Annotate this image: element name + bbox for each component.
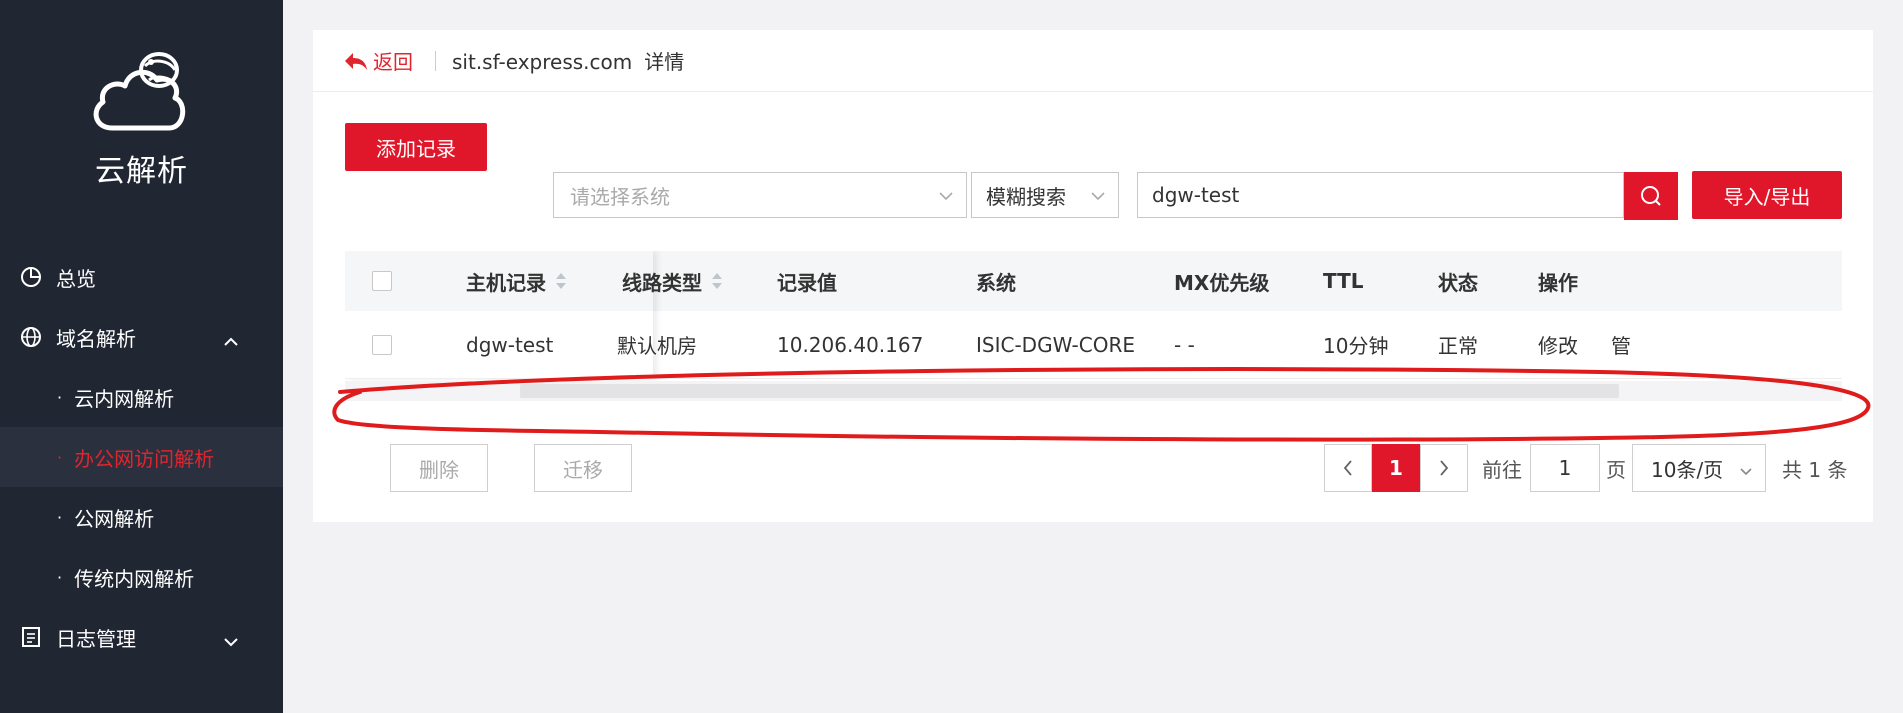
row-checkbox[interactable] [372,311,392,378]
import-export-button[interactable]: 导入/导出 [1692,171,1842,219]
page-size-value: 10条/页 [1651,457,1724,482]
logo-text: 云解析 [95,154,188,189]
sidebar-subitem-label: 云内网解析 [74,386,175,411]
sidebar-item-office-network[interactable]: · 办公网访问解析 [0,427,283,487]
logo: 云解析 [0,40,283,190]
search-mode-select[interactable]: 模糊搜索 [971,172,1119,218]
column-header-line[interactable]: 线路类型 [622,251,724,311]
search-input-value: dgw-test [1152,183,1240,207]
main-card: 返回 sit.sf-express.com 详情 添加记录 请选择系统 模糊搜索 … [313,30,1873,522]
sidebar-item-domain-resolution[interactable]: 域名解析 [0,307,283,367]
cell-system: ISIC-DGW-CORE [976,332,1135,357]
divider [435,50,436,71]
column-header-status: 状态 [1438,270,1478,295]
chevron-down-icon [1739,461,1753,485]
detail-label: 详情 [644,50,685,74]
cell-mx: - - [1174,332,1195,357]
select-all-checkbox[interactable] [372,251,392,311]
table-row: dgw-test 默认机房 10.206.40.167 ISIC-DGW-COR… [345,311,1842,379]
prev-page-button[interactable] [1324,444,1372,492]
goto-page-input[interactable]: 1 [1530,444,1600,492]
add-record-button[interactable]: 添加记录 [345,123,487,171]
sort-icon[interactable] [554,271,568,291]
column-header-ttl: TTL [1323,269,1364,293]
bullet-icon: · [57,447,63,467]
pie-chart-icon [20,266,42,288]
cell-ttl: 10分钟 [1323,334,1389,358]
column-header-value: 记录值 [777,270,837,295]
sidebar-subitem-label: 传统内网解析 [74,566,195,591]
search-input[interactable]: dgw-test [1137,172,1624,218]
scrollbar-thumb[interactable] [520,384,1619,398]
sidebar-menu: 总览 域名解析 · 云内网解析 · 办公网访问解析 · 公网解析 · 传统内网解… [0,247,283,667]
delete-button[interactable]: 删除 [390,444,488,492]
search-mode-value: 模糊搜索 [986,184,1066,209]
pagination: 1 前往 1 页 10条/页 共 1 条 [1324,444,1847,492]
sidebar-item-overview[interactable]: 总览 [0,247,283,307]
sidebar-subitem-label: 公网解析 [74,506,155,531]
cloud-logo-icon [93,52,185,131]
current-page-button[interactable]: 1 [1372,444,1420,492]
sidebar-item-cloud-intranet[interactable]: · 云内网解析 [0,367,283,427]
back-label: 返回 [373,50,413,74]
page-unit-label: 页 [1606,457,1626,482]
chevron-up-icon[interactable] [224,328,238,352]
total-count: 共 1 条 [1782,457,1848,482]
sidebar-item-log-management[interactable]: 日志管理 [0,607,283,667]
table-header: 主机记录 线路类型 记录值 系统 MX优先级 TTL 状态 操作 [345,251,1842,311]
sidebar-item-label: 日志管理 [56,626,136,651]
column-header-system: 系统 [976,270,1016,295]
chevron-left-icon [1343,460,1352,476]
cell-host: dgw-test [466,332,554,357]
column-header-host[interactable]: 主机记录 [466,251,568,311]
chevron-down-icon [938,186,954,210]
domain-name: sit.sf-express.com [452,50,633,74]
sidebar-item-legacy-intranet[interactable]: · 传统内网解析 [0,547,283,607]
cell-value: 10.206.40.167 [777,332,924,357]
horizontal-scrollbar[interactable] [345,381,1842,401]
cell-line: 默认机房 [617,334,697,358]
manage-link[interactable]: 管 [1611,311,1631,378]
bullet-icon: · [57,507,63,527]
page-header: 返回 sit.sf-express.com 详情 [313,30,1873,92]
chevron-down-icon[interactable] [224,628,238,652]
page-title: sit.sf-express.com 详情 [452,46,684,75]
status-badge: 正常 [1438,334,1478,358]
next-page-button[interactable] [1420,444,1468,492]
sidebar: 云解析 总览 域名解析 · 云内网解析 · 办公网访问解析 · 公网解析 · 传… [0,0,283,713]
sidebar-item-public-network[interactable]: · 公网解析 [0,487,283,547]
migrate-button[interactable]: 迁移 [534,444,632,492]
chevron-right-icon [1440,460,1449,476]
document-list-icon [20,626,42,648]
search-icon [1641,186,1661,206]
records-table: 主机记录 线路类型 记录值 系统 MX优先级 TTL 状态 操作 dgw-tes… [345,251,1842,401]
goto-label: 前往 [1482,457,1522,482]
search-button[interactable] [1624,172,1678,220]
system-select[interactable]: 请选择系统 [553,172,967,218]
system-select-placeholder: 请选择系统 [570,184,670,209]
sidebar-item-label: 总览 [56,266,96,291]
sidebar-item-label: 域名解析 [56,326,136,351]
sidebar-subitem-label: 办公网访问解析 [74,446,215,471]
column-header-actions: 操作 [1538,270,1578,295]
back-button[interactable]: 返回 [343,46,413,75]
page-size-select[interactable]: 10条/页 [1632,444,1766,492]
globe-icon [20,326,42,348]
column-header-mx: MX优先级 [1174,270,1270,295]
edit-link[interactable]: 修改 [1538,311,1578,378]
bullet-icon: · [57,567,63,587]
back-arrow-icon [345,52,367,70]
sort-icon[interactable] [710,271,724,291]
bullet-icon: · [57,387,63,407]
chevron-down-icon [1090,186,1106,210]
